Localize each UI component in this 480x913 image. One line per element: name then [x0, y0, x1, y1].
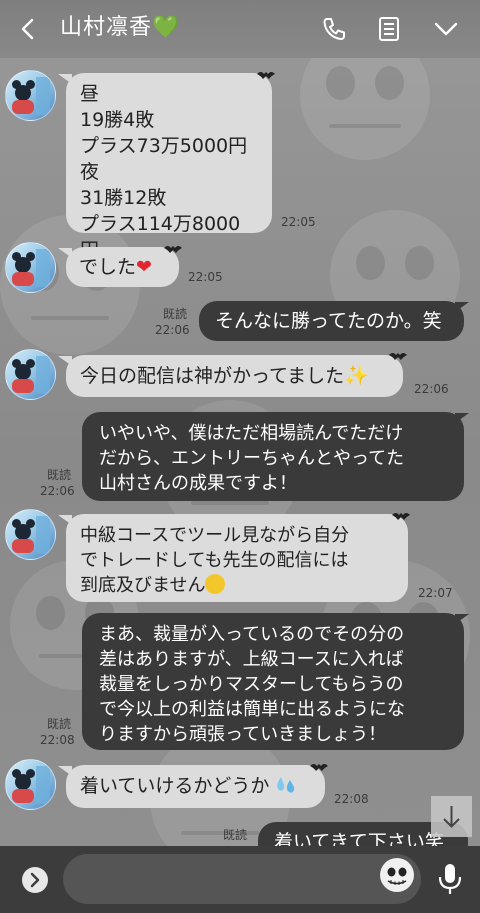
- scroll-to-bottom-button[interactable]: [431, 796, 472, 837]
- received-message[interactable]: 昼 19勝4敗 プラス73万5000円 夜 31勝12敗 プラス114万8000…: [66, 73, 272, 261]
- bat-icon: [392, 513, 410, 520]
- message-time: 22:08: [40, 733, 75, 747]
- message-time: 22:06: [414, 382, 449, 396]
- avatar[interactable]: [5, 759, 56, 810]
- contact-name[interactable]: 山村凛香💚: [60, 14, 180, 42]
- message-time: 22:06: [40, 484, 75, 498]
- message-input[interactable]: [63, 854, 421, 904]
- chat-header: 山村凛香💚: [0, 0, 480, 58]
- bubble-tail: [58, 74, 72, 84]
- message-text: でした: [79, 256, 137, 278]
- message-input-bar: [0, 846, 480, 913]
- avatar[interactable]: [5, 70, 56, 121]
- read-receipt: 既読: [47, 468, 72, 482]
- bat-icon: [164, 246, 182, 253]
- read-receipt: 既読: [47, 717, 72, 731]
- mic-icon[interactable]: [437, 862, 463, 896]
- chevron-down-icon[interactable]: [432, 15, 460, 43]
- message-text: そんなに勝ってたのか。笑: [215, 310, 442, 332]
- bat-icon: [257, 72, 275, 79]
- sparkles-emoji: ✨: [344, 363, 370, 387]
- phone-icon[interactable]: [320, 15, 348, 43]
- expand-icon[interactable]: [22, 867, 48, 893]
- bat-icon: [389, 353, 407, 360]
- sent-message[interactable]: そんなに勝ってたのか。笑: [199, 301, 464, 341]
- message-time: 22:05: [188, 270, 223, 284]
- avatar[interactable]: [5, 242, 56, 293]
- crying-face-emoji: [205, 574, 226, 594]
- message-text: 着いていけるかどうか: [80, 775, 270, 797]
- message-text: 昼 19勝4敗 プラス73万5000円 夜 31勝12敗 プラス114万8000…: [80, 83, 248, 261]
- notes-icon[interactable]: [375, 15, 403, 43]
- message-text: いやいや、僕はただ相場読んでただけ だから、エントリーちゃんとやってた 山村さん…: [99, 423, 405, 494]
- received-message[interactable]: 着いていけるかどうか: [66, 765, 325, 808]
- bubble-tail: [58, 248, 72, 258]
- message-time: 22:07: [418, 586, 453, 600]
- bubble-tail: [455, 302, 469, 312]
- message-time: 22:06: [155, 323, 190, 337]
- avatar[interactable]: [5, 509, 56, 560]
- bubble-tail: [58, 356, 72, 366]
- bubble-tail: [58, 515, 72, 525]
- green-heart-emoji: 💚: [152, 15, 181, 40]
- arrow-down-icon: [443, 806, 460, 828]
- message-text: まあ、裁量が入っているのでその分の 差はありますが、上級コースに入れば 裁量をし…: [99, 624, 405, 745]
- received-message[interactable]: でした❤: [66, 247, 179, 287]
- sweat-droplets-emoji: [277, 777, 295, 793]
- bubble-tail: [455, 614, 469, 624]
- read-receipt: 既読: [163, 307, 188, 321]
- read-receipt: 既読: [223, 828, 248, 842]
- sent-message[interactable]: いやいや、僕はただ相場読んでただけ だから、エントリーちゃんとやってた 山村さん…: [82, 412, 464, 501]
- received-message[interactable]: 今日の配信は神がかってました✨: [66, 355, 403, 397]
- back-arrow-icon[interactable]: [14, 14, 42, 44]
- bat-icon: [310, 764, 328, 771]
- message-time: 22:08: [334, 792, 369, 806]
- message-text: 今日の配信は神がかってました: [80, 365, 345, 387]
- red-heart-emoji: ❤: [136, 256, 152, 278]
- message-time: 22:05: [281, 215, 316, 229]
- bubble-tail: [58, 766, 72, 776]
- bubble-tail: [455, 413, 469, 423]
- sticker-icon[interactable]: [380, 858, 414, 892]
- sent-message[interactable]: まあ、裁量が入っているのでその分の 差はありますが、上級コースに入れば 裁量をし…: [82, 613, 464, 750]
- avatar[interactable]: [5, 349, 56, 400]
- received-message[interactable]: 中級コースでツール見ながら自分 でトレードしても先生の配信には 到底及びません: [66, 514, 408, 602]
